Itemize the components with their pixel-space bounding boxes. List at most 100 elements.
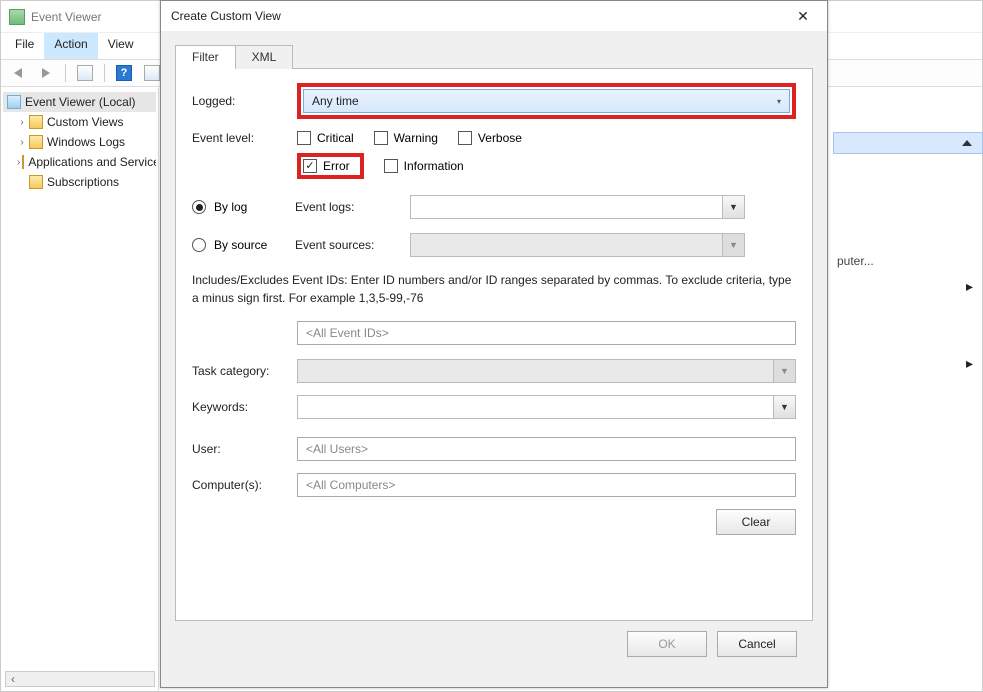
row-by-log: By log Event logs: ▼	[192, 195, 796, 219]
tree-item-label: Subscriptions	[47, 175, 119, 189]
radio-label-by-log: By log	[214, 200, 247, 214]
dialog-title: Create Custom View	[171, 9, 281, 23]
chevron-down-icon: ▾	[777, 97, 781, 106]
expand-icon[interactable]: ›	[17, 157, 20, 168]
expand-indicator[interactable]: ▸	[833, 278, 983, 295]
dropdown-button-icon[interactable]: ▼	[773, 396, 795, 418]
tree-item-subscriptions[interactable]: Subscriptions	[3, 172, 156, 192]
checkbox-label: Warning	[394, 131, 438, 145]
toolbar-forward-button[interactable]	[35, 62, 57, 84]
menu-file[interactable]: File	[5, 33, 44, 59]
checkbox-label: Critical	[317, 131, 354, 145]
menu-view[interactable]: View	[98, 33, 144, 59]
checkbox-label: Error	[323, 159, 350, 173]
expand-icon[interactable]: ›	[17, 137, 27, 148]
logged-dropdown[interactable]: Any time ▾	[303, 89, 790, 113]
collapse-up-icon	[962, 140, 972, 146]
filter-panel: Logged: Any time ▾ Event level:	[175, 69, 813, 621]
label-computers: Computer(s):	[192, 478, 297, 492]
user-input[interactable]: <All Users>	[297, 437, 796, 461]
expand-icon[interactable]: ›	[17, 117, 27, 128]
row-keywords: Keywords: ▼	[192, 395, 796, 419]
dropdown-button-icon[interactable]: ▼	[722, 196, 744, 218]
checkbox-icon	[458, 131, 472, 145]
logged-value: Any time	[312, 94, 359, 108]
tree-item-applications[interactable]: › Applications and Services Logs	[3, 152, 156, 172]
dropdown-button-icon: ▼	[773, 360, 795, 382]
clear-button-row: Clear	[192, 509, 796, 535]
expand-indicator[interactable]: ▸	[833, 355, 983, 372]
computers-input[interactable]: <All Computers>	[297, 473, 796, 497]
label-keywords: Keywords:	[192, 400, 297, 414]
label-event-sources: Event sources:	[295, 238, 410, 252]
cancel-button[interactable]: Cancel	[717, 631, 797, 657]
horizontal-scrollbar[interactable]: ‹	[5, 671, 155, 687]
arrow-right-icon	[42, 68, 50, 78]
toolbar-properties-button[interactable]	[74, 62, 96, 84]
label-event-level: Event level:	[192, 131, 297, 145]
actions-pane-header[interactable]	[833, 132, 983, 154]
checkbox-warning[interactable]: Warning	[374, 131, 438, 145]
checkbox-icon: ✓	[303, 159, 317, 173]
event-level-checkboxes-row2: ✓ Error Information	[297, 153, 796, 179]
row-event-ids: <All Event IDs>	[297, 321, 796, 345]
event-viewer-title: Event Viewer	[31, 10, 101, 24]
folder-icon	[29, 115, 43, 129]
tree-root-label: Event Viewer (Local)	[25, 95, 136, 109]
event-ids-input[interactable]: <All Event IDs>	[297, 321, 796, 345]
tree-item-windows-logs[interactable]: › Windows Logs	[3, 132, 156, 152]
folder-icon	[22, 155, 24, 169]
keywords-select[interactable]: ▼	[297, 395, 796, 419]
tree-item-custom-views[interactable]: › Custom Views	[3, 112, 156, 132]
label-logged: Logged:	[192, 94, 297, 108]
tree-root[interactable]: Event Viewer (Local)	[3, 92, 156, 112]
checkbox-error[interactable]: ✓ Error	[303, 159, 350, 173]
arrow-left-icon	[14, 68, 22, 78]
clear-button[interactable]: Clear	[716, 509, 796, 535]
tab-bar: Filter XML	[175, 43, 813, 69]
dialog-close-button[interactable]: ✕	[789, 5, 817, 27]
chevron-right-icon: ▸	[966, 355, 973, 371]
label-task-category: Task category:	[192, 364, 297, 378]
checkbox-information[interactable]: Information	[384, 153, 464, 179]
toolbar-back-button[interactable]	[7, 62, 29, 84]
highlight-logged: Any time ▾	[297, 83, 796, 119]
checkbox-verbose[interactable]: Verbose	[458, 131, 522, 145]
actions-pane-item[interactable]: puter...	[833, 254, 983, 268]
toolbar-separator	[104, 64, 105, 82]
dropdown-button-icon: ▼	[722, 234, 744, 256]
menu-action[interactable]: Action	[44, 33, 97, 59]
computer-icon	[7, 95, 21, 109]
event-ids-help-text: Includes/Excludes Event IDs: Enter ID nu…	[192, 271, 796, 307]
generic-icon	[144, 65, 160, 81]
actions-pane: puter... ▸ ▸	[833, 132, 983, 432]
checkbox-label: Verbose	[478, 131, 522, 145]
event-level-checkboxes: Critical Warning Verbose	[297, 131, 796, 145]
scroll-left-icon[interactable]: ‹	[6, 672, 20, 686]
checkbox-icon	[374, 131, 388, 145]
nav-tree: Event Viewer (Local) › Custom Views › Wi…	[1, 88, 159, 691]
ok-button[interactable]: OK	[627, 631, 707, 657]
row-task-category: Task category: ▼	[192, 359, 796, 383]
dialog-titlebar[interactable]: Create Custom View ✕	[161, 1, 827, 31]
checkbox-label: Information	[404, 159, 464, 173]
tab-xml[interactable]: XML	[235, 45, 294, 69]
event-logs-select[interactable]: ▼	[410, 195, 745, 219]
radio-by-log[interactable]	[192, 200, 206, 214]
toolbar-separator	[65, 64, 66, 82]
radio-label-by-source: By source	[214, 238, 267, 252]
row-computers: Computer(s): <All Computers>	[192, 473, 796, 497]
tree-item-label: Windows Logs	[47, 135, 125, 149]
create-custom-view-dialog: Create Custom View ✕ Filter XML Logged: …	[160, 0, 828, 688]
tree-item-label: Custom Views	[47, 115, 123, 129]
radio-by-source[interactable]	[192, 238, 206, 252]
label-event-logs: Event logs:	[295, 200, 410, 214]
expand-icon	[17, 177, 27, 188]
properties-icon	[77, 65, 93, 81]
checkbox-critical[interactable]: Critical	[297, 131, 354, 145]
checkbox-icon	[297, 131, 311, 145]
event-sources-select: ▼	[410, 233, 745, 257]
chevron-right-icon: ▸	[966, 278, 973, 294]
toolbar-help-button[interactable]: ?	[113, 62, 135, 84]
tab-filter[interactable]: Filter	[175, 45, 236, 69]
